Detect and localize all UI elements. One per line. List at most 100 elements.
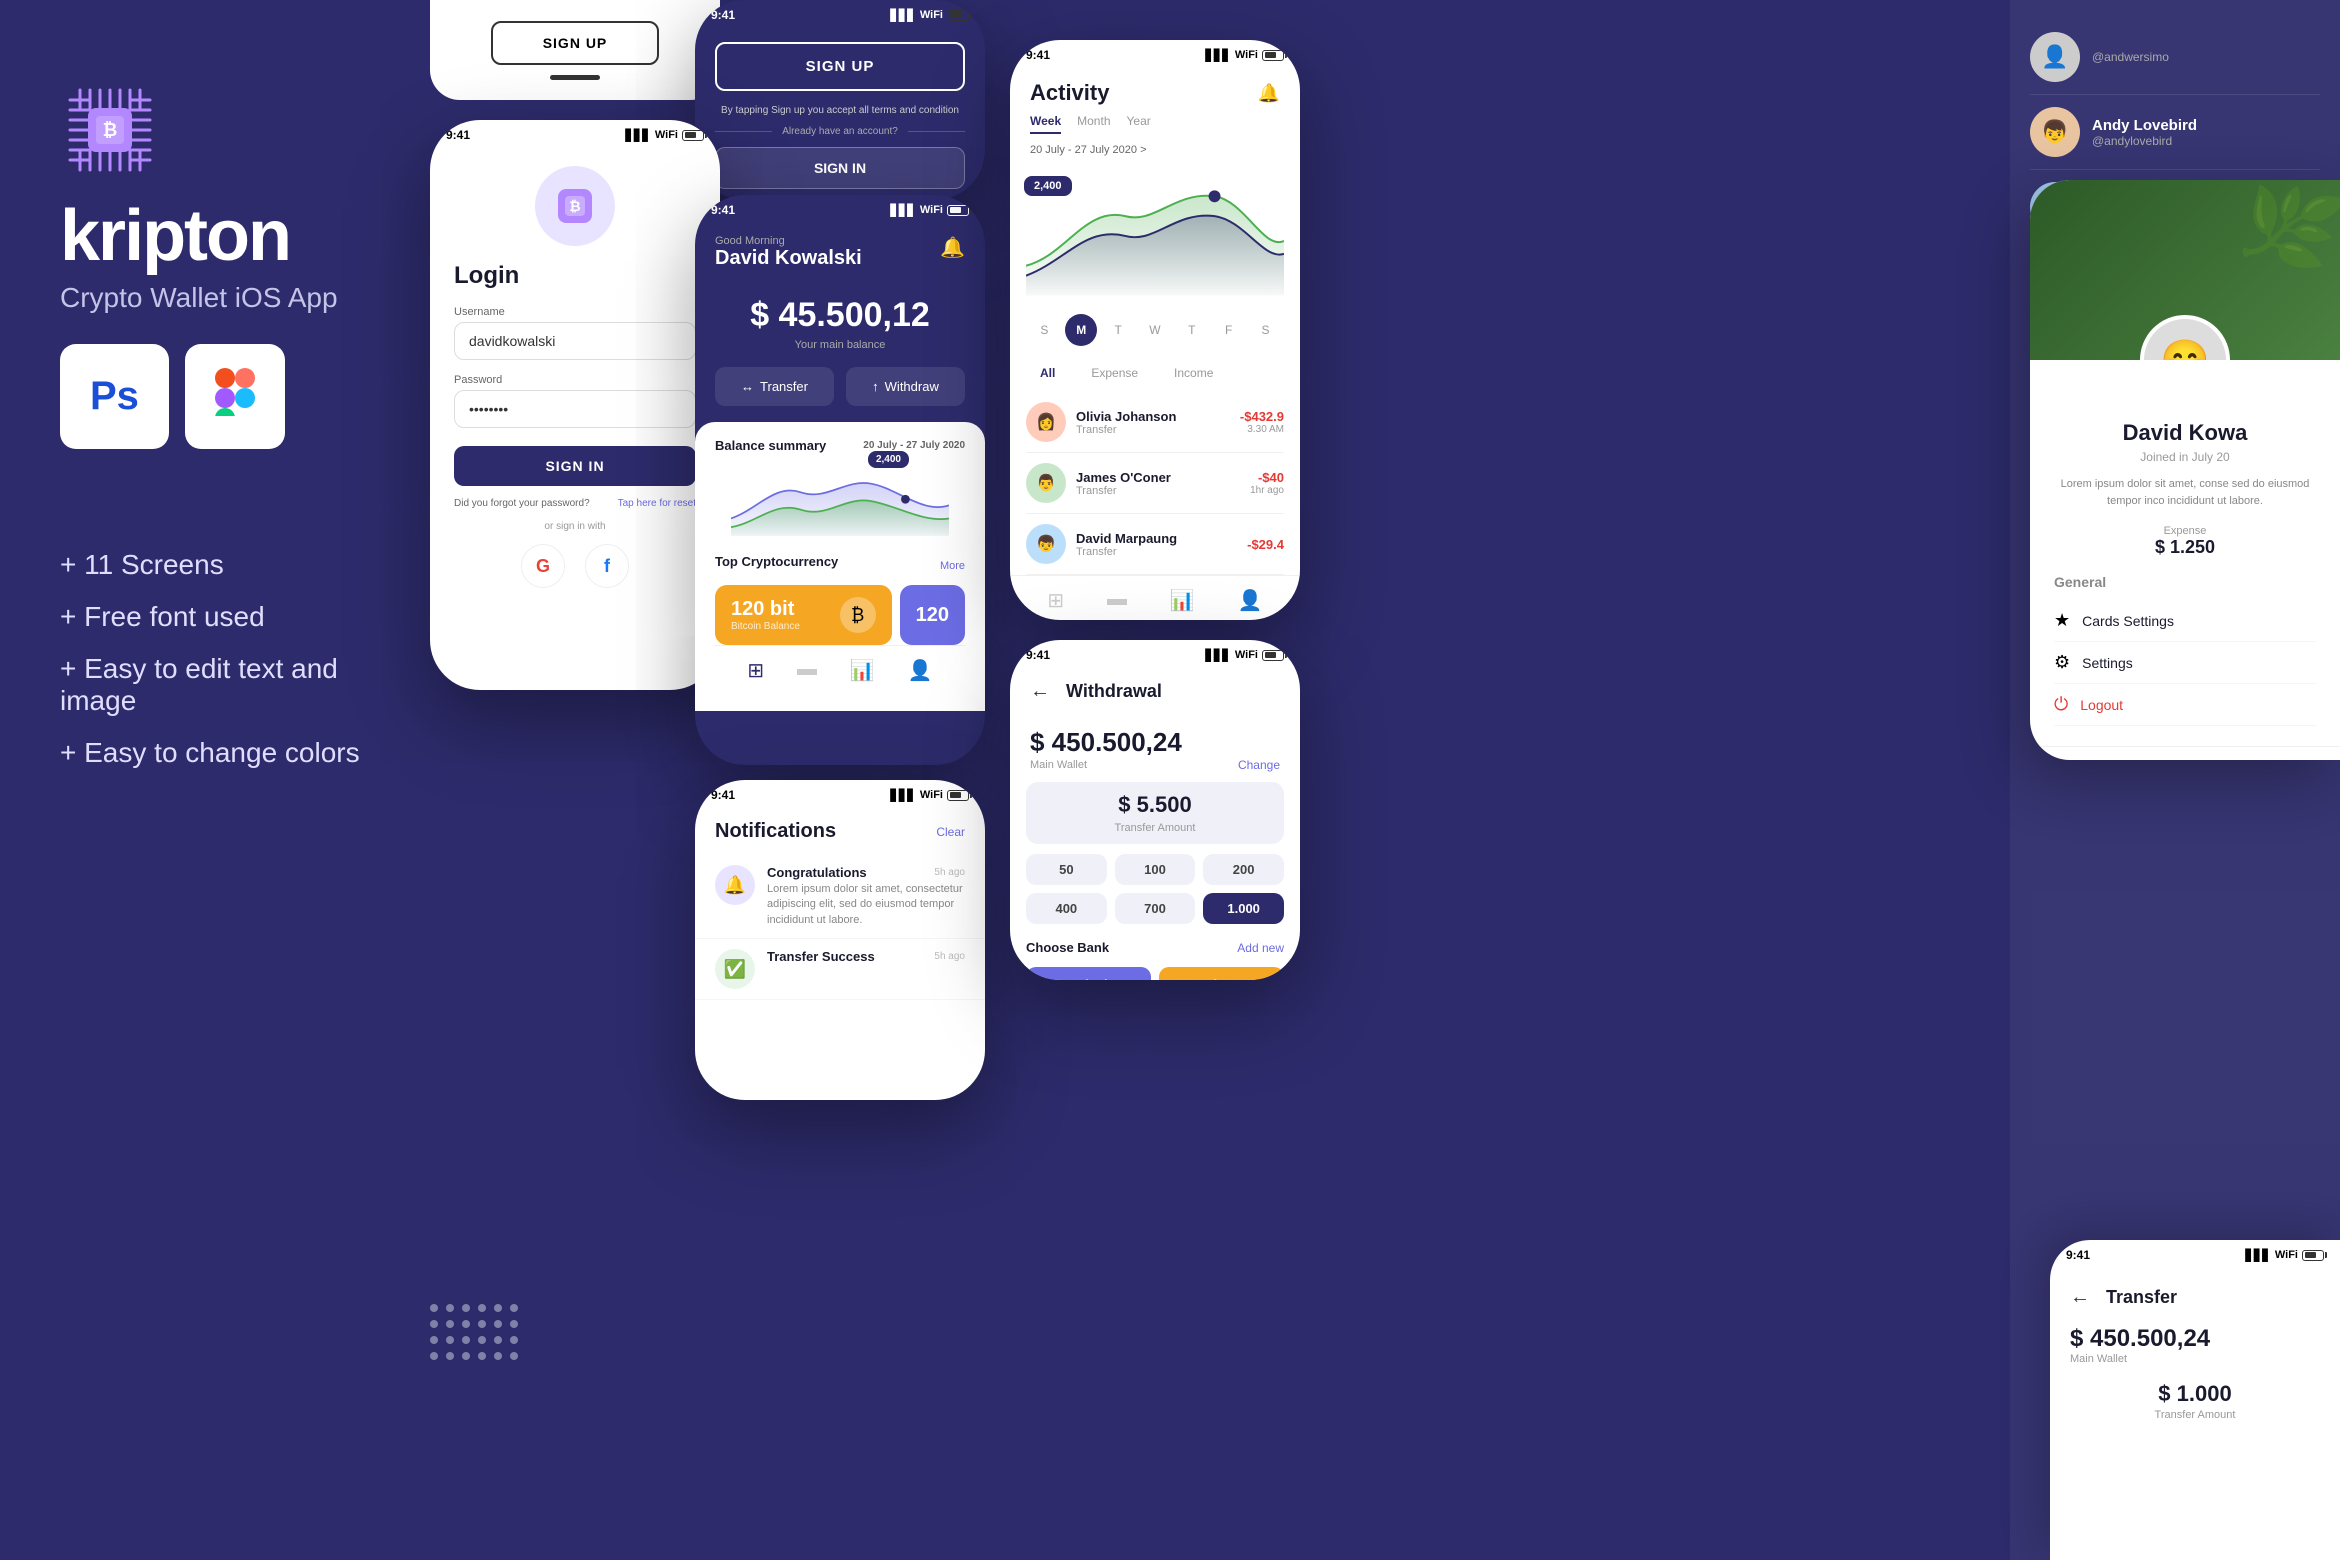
- expense-stat-label: Expense: [2155, 525, 2215, 537]
- login-status-bar: 9:41 ▋▋▋ WiFi: [430, 120, 720, 146]
- trans-avatar-1: 👩: [1026, 402, 1066, 442]
- trans-info-2: James O'Coner Transfer: [1076, 470, 1240, 497]
- trans-amount-3: -$29.4: [1247, 537, 1284, 552]
- withdrawal-back-button[interactable]: ←: [1030, 680, 1050, 703]
- sign-in-button[interactable]: SIGN IN: [454, 446, 696, 486]
- get-started-button[interactable]: SIGN UP: [491, 21, 660, 65]
- wallet-row: Main Wallet Change: [1030, 758, 1280, 772]
- login-status-right: ▋▋▋ WiFi: [625, 129, 704, 142]
- profile-nav-icon[interactable]: 👤: [908, 658, 933, 683]
- login-chip-icon: ₿: [535, 166, 615, 246]
- home-nav-icon[interactable]: ⊞: [747, 658, 764, 683]
- filter-expense[interactable]: Expense: [1081, 362, 1148, 384]
- profile-nav-icon-prof[interactable]: 👤: [2275, 759, 2300, 760]
- tap-reset-link[interactable]: Tap here for reset: [618, 498, 696, 509]
- logo-icon: ₿: [60, 80, 160, 180]
- transfer-back-button[interactable]: ←: [2070, 1286, 2090, 1309]
- card-nav-icon-prof[interactable]: ▬: [2135, 759, 2155, 760]
- greeting-text: Good Morning: [715, 235, 862, 247]
- google-sign-in-button[interactable]: G: [521, 544, 565, 588]
- general-title: General: [2054, 574, 2316, 590]
- feature-4: + Easy to change colors: [60, 737, 390, 769]
- signal-icon: ▋▋▋: [890, 9, 915, 22]
- password-input[interactable]: [454, 390, 696, 428]
- figma-icon: [215, 368, 255, 425]
- notif-content-1: Congratulations 5h ago Lorem ipsum dolor…: [767, 865, 965, 928]
- signal-icon: ▋▋▋: [1205, 49, 1230, 62]
- card-nav-icon-act[interactable]: ▬: [1107, 588, 1127, 613]
- settings-item[interactable]: ⚙ Settings: [2054, 642, 2316, 684]
- profile-item-0[interactable]: 👤 @andwersimo: [2030, 20, 2320, 95]
- day-f[interactable]: F: [1213, 314, 1245, 346]
- day-w[interactable]: W: [1139, 314, 1171, 346]
- amount-1000[interactable]: 1.000: [1203, 893, 1284, 924]
- balance-summary-header: Balance summary 20 July - 27 July 2020: [715, 438, 965, 453]
- bitcoin-icon: ₿: [840, 597, 876, 633]
- amount-200[interactable]: 200: [1203, 854, 1284, 885]
- day-t2[interactable]: T: [1176, 314, 1208, 346]
- alt-crypto-value: 120: [916, 604, 949, 627]
- left-panel: ₿ kripton Crypto Wallet iOS App Ps: [0, 0, 450, 1560]
- day-s1[interactable]: S: [1028, 314, 1060, 346]
- amount-700[interactable]: 700: [1115, 893, 1196, 924]
- add-new-bank-button[interactable]: Add new: [1237, 941, 1284, 955]
- activity-status-bar: 9:41 ▋▋▋ WiFi: [1010, 40, 1300, 66]
- signal-icon: ▋▋▋: [2245, 1249, 2270, 1262]
- activity-notification-icon[interactable]: 🔔: [1258, 83, 1280, 104]
- tab-month[interactable]: Month: [1077, 114, 1110, 134]
- dashboard-balance: $ 45.500,12 Your main balance: [695, 280, 985, 367]
- crypto-more-link[interactable]: More: [940, 560, 965, 572]
- chart-nav-icon[interactable]: 📊: [850, 658, 875, 683]
- chart-nav-icon-act[interactable]: 📊: [1170, 588, 1195, 613]
- notif-clear-button[interactable]: Clear: [936, 825, 965, 839]
- facebook-sign-in-button[interactable]: f: [585, 544, 629, 588]
- paypal-option[interactable]: Palpal danwako****@mail.com: [1026, 967, 1151, 980]
- dashboard-time: 9:41: [711, 203, 735, 217]
- chart-nav-icon-prof[interactable]: 📊: [2202, 759, 2227, 760]
- card-nav-icon[interactable]: ▬: [797, 658, 817, 683]
- day-m[interactable]: M: [1065, 314, 1097, 346]
- features-list: + 11 Screens + Free font used + Easy to …: [60, 549, 390, 769]
- facebook-icon: f: [604, 556, 610, 577]
- cards-settings-item[interactable]: ★ Cards Settings: [2054, 600, 2316, 642]
- day-t1[interactable]: T: [1102, 314, 1134, 346]
- amount-400[interactable]: 400: [1026, 893, 1107, 924]
- notification-icon[interactable]: 🔔: [940, 235, 965, 260]
- filter-income[interactable]: Income: [1164, 362, 1223, 384]
- profile-item-1[interactable]: 👦 Andy Lovebird @andylovebird: [2030, 95, 2320, 170]
- phone-withdrawal: 9:41 ▋▋▋ WiFi ← Withdrawal $ 450.500,24 …: [1010, 640, 1300, 980]
- withdrawal-time: 9:41: [1026, 648, 1050, 662]
- trans-name-1: Olivia Johanson: [1076, 409, 1230, 424]
- profile-joined: Joined in July 20: [2140, 450, 2229, 464]
- withdraw-button[interactable]: ↑ Withdraw: [846, 367, 965, 406]
- amount-100[interactable]: 100: [1115, 854, 1196, 885]
- profile-nav-icon-act[interactable]: 👤: [1238, 588, 1263, 613]
- transfer-send-label: Transfer Amount: [2070, 1409, 2320, 1421]
- change-button[interactable]: Change: [1238, 758, 1280, 772]
- logout-item[interactable]: ⏻ Logout: [2054, 684, 2316, 726]
- app-subtitle: Crypto Wallet iOS App: [60, 282, 338, 314]
- signup-status-right: ▋▋▋ WiFi: [890, 9, 969, 22]
- filter-all[interactable]: All: [1030, 362, 1065, 384]
- login-links: Did you forgot your password? Tap here f…: [454, 498, 696, 509]
- paloner-option[interactable]: Paloner danwako****@11ab: [1159, 967, 1284, 980]
- alt-crypto-card[interactable]: 120: [900, 585, 965, 645]
- home-nav-icon-act[interactable]: ⊞: [1047, 588, 1064, 613]
- transfer-amount-section: $ 450.500,24 Main Wallet: [2050, 1319, 2340, 1371]
- battery-icon: [1262, 50, 1284, 61]
- tab-year[interactable]: Year: [1127, 114, 1151, 134]
- day-s2[interactable]: S: [1249, 314, 1281, 346]
- sign-in-link-button[interactable]: SIGN IN: [715, 147, 965, 189]
- phone-activity: 9:41 ▋▋▋ WiFi Activity 🔔 Week Month Year…: [1010, 40, 1300, 620]
- home-nav-icon-prof[interactable]: ⊞: [2070, 759, 2087, 760]
- ps-label: Ps: [90, 374, 139, 419]
- login-title: Login: [454, 262, 519, 290]
- bitcoin-card[interactable]: 120 bit Bitcoin Balance ₿: [715, 585, 892, 645]
- sign-up-button[interactable]: SIGN UP: [715, 42, 965, 91]
- activity-date-nav[interactable]: 20 July - 27 July 2020 >: [1010, 140, 1300, 166]
- transfer-button[interactable]: ↔ Transfer: [715, 367, 834, 406]
- dashboard-bottom-nav: ⊞ ▬ 📊 👤: [715, 645, 965, 695]
- tab-week[interactable]: Week: [1030, 114, 1061, 134]
- username-input[interactable]: [454, 322, 696, 360]
- amount-50[interactable]: 50: [1026, 854, 1107, 885]
